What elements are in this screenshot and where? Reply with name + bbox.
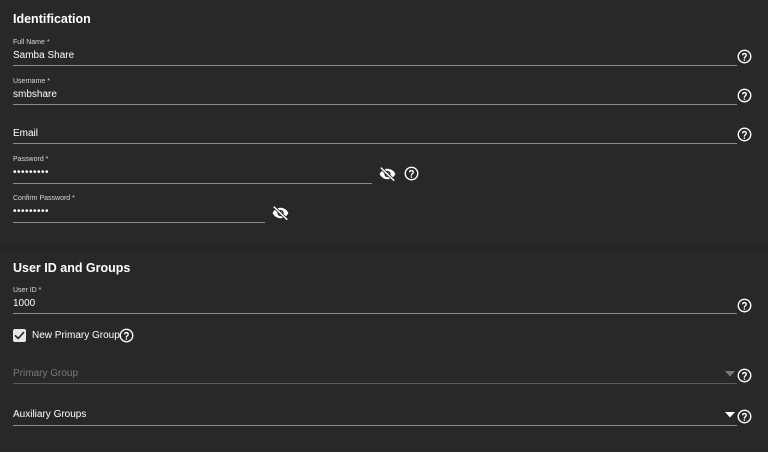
username-input[interactable]: smbshare xyxy=(13,89,57,100)
email-underline xyxy=(13,143,737,144)
password-field[interactable]: Password * ••••••••• xyxy=(13,155,372,185)
primary-group-placeholder: Primary Group xyxy=(13,368,79,379)
password-label: Password * xyxy=(13,156,49,163)
auxiliary-groups-caret-down-icon xyxy=(725,412,735,418)
user-id-input[interactable]: 1000 xyxy=(13,298,35,309)
user-id-field[interactable]: User ID * 1000 xyxy=(13,286,737,316)
email-field[interactable]: Email xyxy=(13,116,737,146)
email-input[interactable]: Email xyxy=(13,128,38,139)
user-id-groups-title: User ID and Groups xyxy=(13,261,131,275)
full-name-input[interactable]: Samba Share xyxy=(13,50,74,61)
password-help-icon[interactable] xyxy=(404,166,419,181)
confirm-password-visibility-toggle-icon[interactable] xyxy=(271,204,290,222)
user-id-help-icon[interactable] xyxy=(737,298,752,313)
confirm-password-underline xyxy=(13,222,265,223)
new-primary-group-help-icon[interactable] xyxy=(119,328,134,343)
user-id-underline xyxy=(13,313,737,314)
primary-group-help-icon[interactable] xyxy=(737,368,752,383)
username-field[interactable]: Username * smbshare xyxy=(13,77,737,107)
check-icon xyxy=(14,331,25,340)
password-underline xyxy=(13,183,372,184)
username-underline xyxy=(13,104,737,105)
user-id-label: User ID * xyxy=(13,287,42,294)
auxiliary-groups-underline xyxy=(13,425,737,426)
username-label: Username * xyxy=(13,78,50,85)
new-primary-group-checkbox[interactable] xyxy=(13,329,26,342)
full-name-label: Full Name * xyxy=(13,39,50,46)
primary-group-select[interactable]: Primary Group xyxy=(13,356,737,386)
username-help-icon[interactable] xyxy=(737,88,752,103)
confirm-password-field[interactable]: Confirm Password * ••••••••• xyxy=(13,194,265,224)
confirm-password-input[interactable]: ••••••••• xyxy=(13,206,49,217)
password-visibility-toggle-icon[interactable] xyxy=(378,165,397,183)
full-name-help-icon[interactable] xyxy=(737,49,752,64)
auxiliary-groups-select[interactable]: Auxiliary Groups xyxy=(13,397,737,427)
new-primary-group-label[interactable]: New Primary Group xyxy=(32,330,120,341)
confirm-password-label: Confirm Password * xyxy=(13,195,75,202)
primary-group-caret-down-icon xyxy=(725,371,735,377)
identification-title: Identification xyxy=(13,12,91,26)
identification-section: Identification Full Name * Samba Share U… xyxy=(0,0,768,247)
auxiliary-groups-placeholder: Auxiliary Groups xyxy=(13,409,87,420)
user-id-groups-section: User ID and Groups User ID * 1000 New Pr… xyxy=(0,249,768,452)
email-help-icon[interactable] xyxy=(737,127,752,142)
password-input[interactable]: ••••••••• xyxy=(13,167,49,178)
full-name-underline xyxy=(13,65,737,66)
primary-group-underline xyxy=(13,383,737,384)
auxiliary-groups-help-icon[interactable] xyxy=(737,409,752,424)
full-name-field[interactable]: Full Name * Samba Share xyxy=(13,38,737,68)
